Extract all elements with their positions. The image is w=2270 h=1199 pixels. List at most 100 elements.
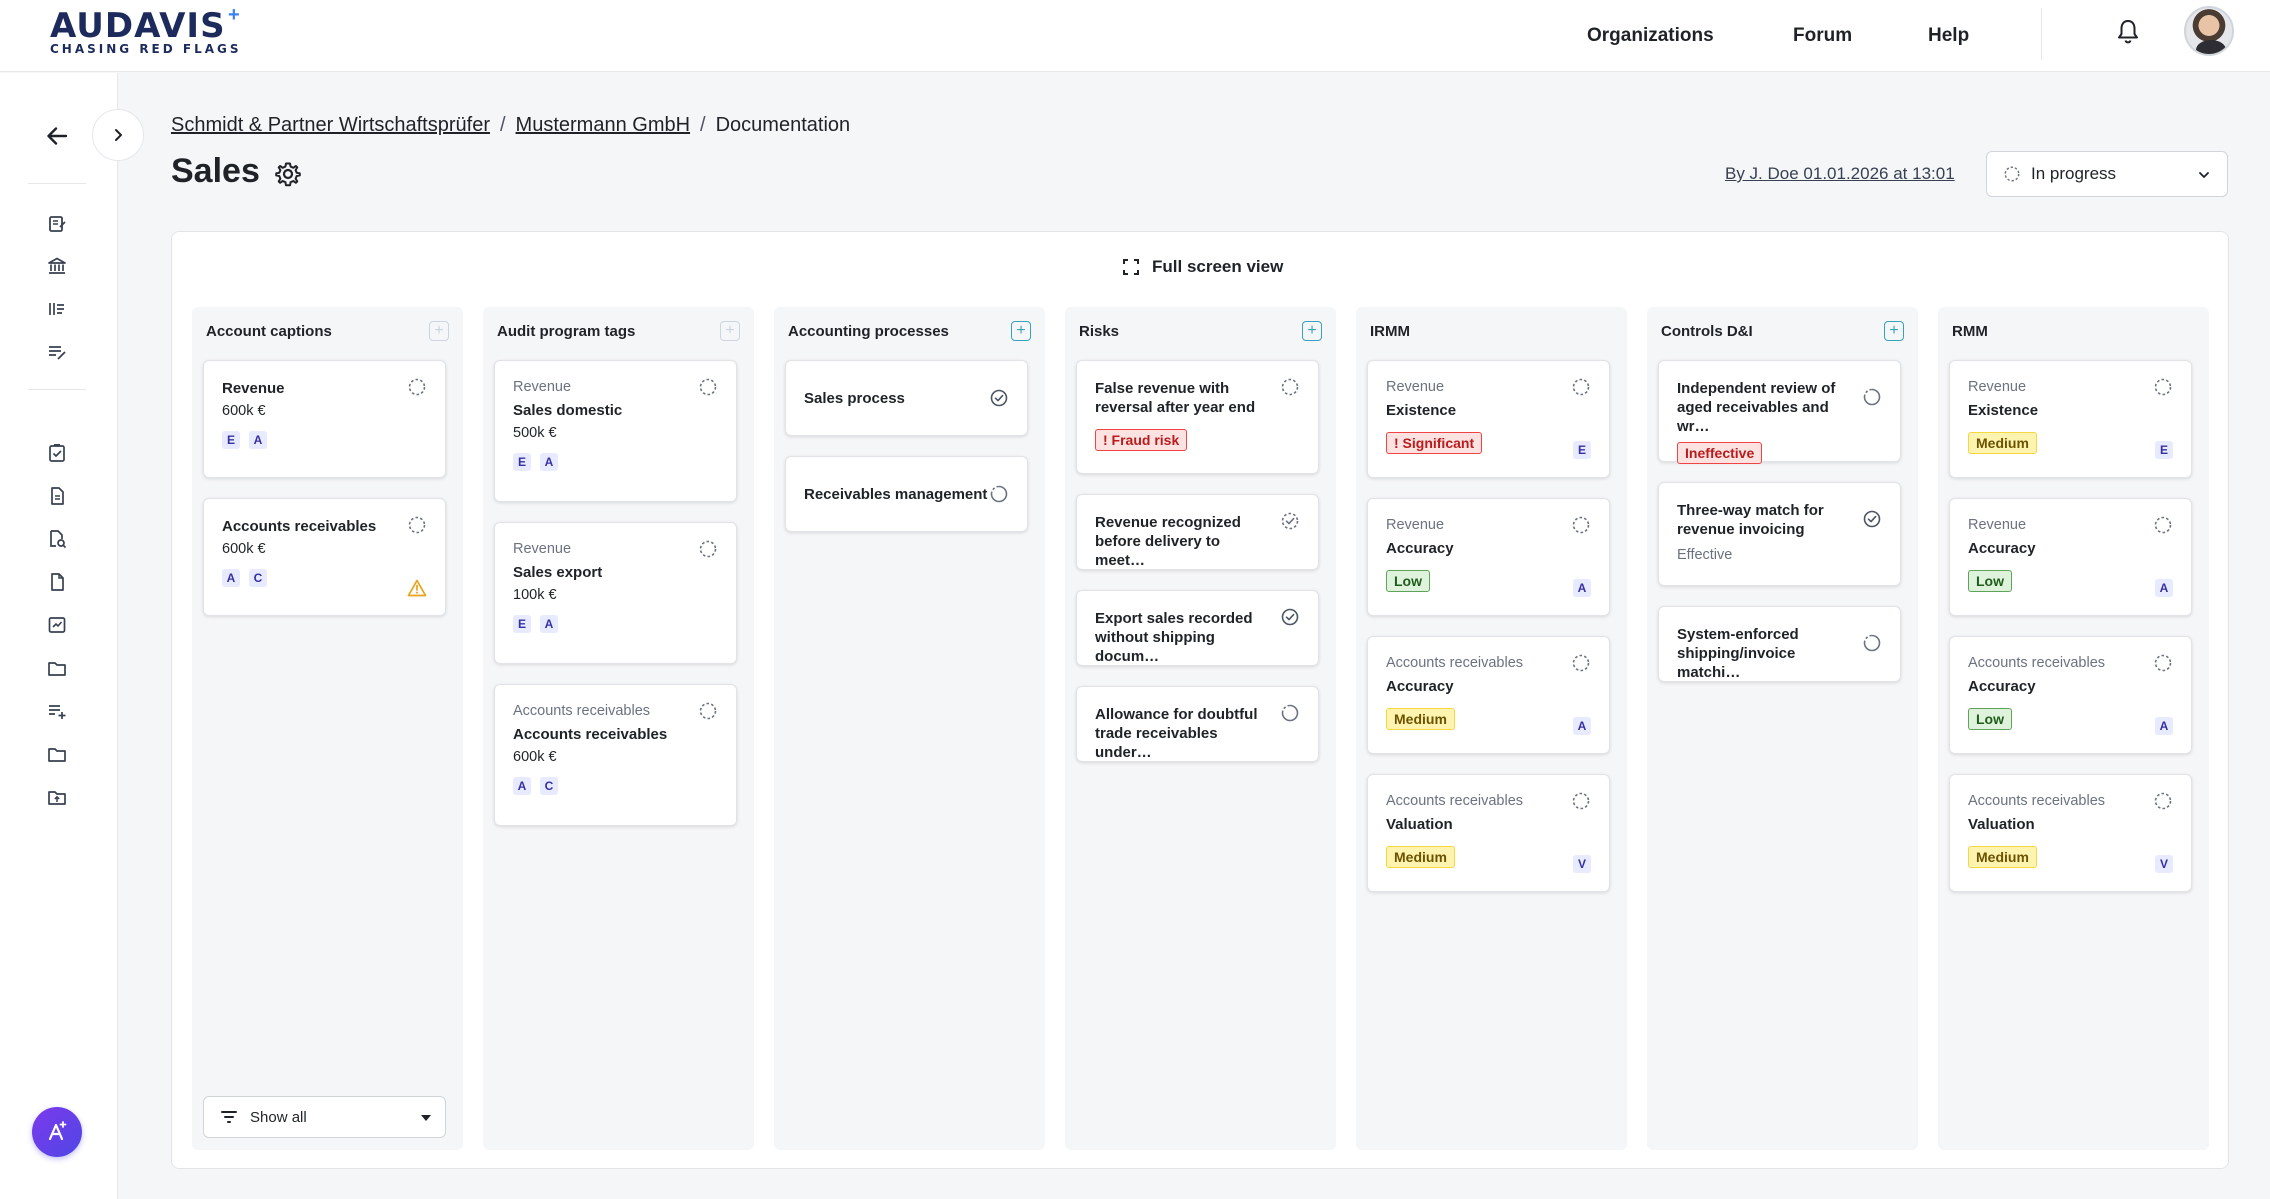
- status-circle-icon[interactable]: [1280, 377, 1300, 397]
- check-circle-icon[interactable]: [1280, 607, 1300, 627]
- card-risk-allowance[interactable]: Allowance for doubtful trade receivables…: [1076, 686, 1319, 762]
- expand-rail-button[interactable]: [92, 109, 144, 161]
- check-circle-icon[interactable]: [1862, 509, 1882, 529]
- assertion-tag: C: [249, 569, 267, 587]
- card-rmm-revenue-existence[interactable]: Revenue Existence Medium E: [1949, 360, 2192, 478]
- full-screen-toggle[interactable]: Full screen view: [1122, 257, 1283, 277]
- partial-status-icon[interactable]: [989, 484, 1009, 504]
- card-receivables-management[interactable]: Receivables management: [785, 456, 1028, 532]
- status-circle-icon[interactable]: [698, 701, 718, 721]
- breadcrumb-client-link[interactable]: Mustermann GmbH: [516, 114, 691, 137]
- card-rmm-ar-valuation[interactable]: Accounts receivables Valuation Medium V: [1949, 774, 2192, 892]
- status-dropdown[interactable]: In progress: [1986, 151, 2228, 197]
- back-arrow-icon[interactable]: [42, 121, 72, 151]
- status-circle-icon[interactable]: [2153, 653, 2173, 673]
- status-circle-icon[interactable]: [698, 539, 718, 559]
- edit-document-icon[interactable]: [46, 213, 68, 235]
- partial-status-icon[interactable]: [1280, 703, 1300, 723]
- folder-icon[interactable]: [46, 657, 68, 679]
- user-avatar[interactable]: [2184, 6, 2234, 56]
- add-card-button[interactable]: +: [1884, 321, 1904, 341]
- column-controls-di: Controls D&I + Independent review of age…: [1647, 307, 1918, 1150]
- assertion-tag: E: [513, 453, 531, 471]
- card-rmm-ar-accuracy[interactable]: Accounts receivables Accuracy Low A: [1949, 636, 2192, 754]
- status-circle-icon[interactable]: [1571, 791, 1591, 811]
- card-amount: 600k €: [222, 541, 266, 557]
- assertion-tag: A: [513, 777, 531, 795]
- partial-status-icon[interactable]: [1862, 387, 1882, 407]
- card-caption: Revenue: [1386, 517, 1445, 533]
- assertion-tag: C: [540, 777, 558, 795]
- add-card-button[interactable]: +: [720, 321, 740, 341]
- check-circle-dashed-icon[interactable]: [1280, 511, 1300, 531]
- card-title: Valuation: [1386, 816, 1453, 833]
- status-circle-icon[interactable]: [2153, 791, 2173, 811]
- card-control-system-enforced[interactable]: System-enforced shipping/invoice matchi…: [1658, 606, 1901, 682]
- card-accounts-receivables-tag[interactable]: Accounts receivables Accounts receivable…: [494, 684, 737, 826]
- status-circle-icon[interactable]: [1571, 515, 1591, 535]
- card-accounts-receivables[interactable]: Accounts receivables 600k € AC: [203, 498, 446, 616]
- low-badge: Low: [1968, 570, 2012, 592]
- card-title: Accuracy: [1968, 678, 2036, 695]
- card-title: Accuracy: [1386, 678, 1454, 695]
- gear-icon[interactable]: [274, 160, 302, 188]
- nav-help[interactable]: Help: [1928, 0, 1969, 72]
- nav-organizations[interactable]: Organizations: [1587, 0, 1714, 72]
- add-card-button[interactable]: +: [429, 321, 449, 341]
- list-edit-icon[interactable]: [46, 341, 68, 363]
- report-icon[interactable]: [46, 614, 68, 636]
- rail-separator: [28, 183, 86, 184]
- card-irmm-revenue-accuracy[interactable]: Revenue Accuracy Low A: [1367, 498, 1610, 616]
- status-circle-icon[interactable]: [407, 377, 427, 397]
- check-circle-icon[interactable]: [989, 388, 1009, 408]
- card-risk-revenue-recognized[interactable]: Revenue recognized before delivery to me…: [1076, 494, 1319, 570]
- card-control-three-way-match[interactable]: Three-way match for revenue invoicing Ef…: [1658, 482, 1901, 586]
- card-amount: 600k €: [513, 749, 557, 765]
- card-sales-domestic[interactable]: Revenue Sales domestic 500k € EA: [494, 360, 737, 502]
- add-card-button[interactable]: +: [1302, 321, 1322, 341]
- bank-icon[interactable]: [46, 255, 68, 277]
- add-card-button[interactable]: +: [1011, 321, 1031, 341]
- folder-upload-icon[interactable]: [46, 786, 68, 808]
- card-control-independent-review[interactable]: Independent review of aged receivables a…: [1658, 360, 1901, 464]
- card-irmm-ar-accuracy[interactable]: Accounts receivables Accuracy Medium A: [1367, 636, 1610, 754]
- card-risk-export-sales[interactable]: Export sales recorded without shipping d…: [1076, 590, 1319, 666]
- card-rmm-revenue-accuracy[interactable]: Revenue Accuracy Low A: [1949, 498, 2192, 616]
- medium-badge: Medium: [1968, 846, 2037, 868]
- logo-star-icon: +: [228, 4, 240, 26]
- fraud-risk-badge: ! Fraud risk: [1095, 429, 1188, 451]
- card-sales-export[interactable]: Revenue Sales export 100k € EA: [494, 522, 737, 664]
- last-edited-byline[interactable]: By J. Doe 01.01.2026 at 13:01: [1725, 164, 1955, 184]
- clipboard-check-icon[interactable]: [46, 442, 68, 464]
- status-circle-icon[interactable]: [1571, 377, 1591, 397]
- card-sales-process[interactable]: Sales process: [785, 360, 1028, 436]
- status-circle-icon[interactable]: [698, 377, 718, 397]
- card-irmm-revenue-existence[interactable]: Revenue Existence ! Significant E: [1367, 360, 1610, 478]
- status-circle-icon[interactable]: [1571, 653, 1591, 673]
- breadcrumb-firm-link[interactable]: Schmidt & Partner Wirtschaftsprüfer: [171, 114, 490, 137]
- bell-icon[interactable]: [2116, 18, 2140, 46]
- status-circle-icon[interactable]: [2153, 515, 2173, 535]
- low-badge: Low: [1968, 708, 2012, 730]
- audavis-logo[interactable]: AUDAVIS + CHASING RED FLAGS: [50, 4, 242, 56]
- show-all-filter[interactable]: Show all: [203, 1096, 446, 1138]
- breadcrumb: Schmidt & Partner Wirtschaftsprüfer / Mu…: [171, 114, 850, 137]
- card-revenue[interactable]: Revenue 600k € EA: [203, 360, 446, 478]
- partial-status-icon[interactable]: [1862, 633, 1882, 653]
- checklist-icon[interactable]: [46, 298, 68, 320]
- document-icon[interactable]: [46, 485, 68, 507]
- low-badge: Low: [1386, 570, 1430, 592]
- card-irmm-ar-valuation[interactable]: Accounts receivables Valuation Medium V: [1367, 774, 1610, 892]
- nav-forum[interactable]: Forum: [1793, 0, 1852, 72]
- filter-icon: [221, 1111, 237, 1123]
- search-document-icon[interactable]: [46, 528, 68, 550]
- file-icon[interactable]: [46, 571, 68, 593]
- folder-outline-icon[interactable]: [46, 743, 68, 765]
- status-circle-icon[interactable]: [2153, 377, 2173, 397]
- playlist-add-icon[interactable]: [46, 700, 68, 722]
- status-circle-icon[interactable]: [407, 515, 427, 535]
- ai-assistant-button[interactable]: [32, 1107, 82, 1157]
- nav-divider: [2041, 8, 2042, 60]
- card-title: Accuracy: [1968, 540, 2036, 557]
- card-risk-false-revenue[interactable]: False revenue with reversal after year e…: [1076, 360, 1319, 474]
